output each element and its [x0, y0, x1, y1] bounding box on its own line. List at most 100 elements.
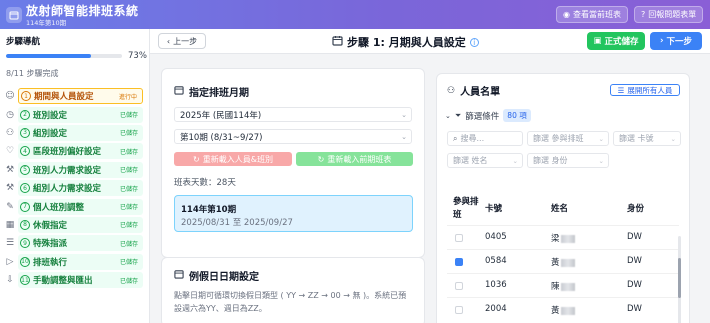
- filter-participation-select[interactable]: 篩選 參與排班 ⌄: [527, 131, 609, 146]
- sidebar-step-6[interactable]: ⚒ 6 組別人力需求設定 已儲存: [0, 179, 150, 197]
- filter-toggle[interactable]: ⌄ ⏷ 篩選條件 80 項: [445, 109, 531, 122]
- step-status-badge: 進行中: [118, 93, 137, 101]
- period-panel: 指定排班月期 2025年 (民國114年) ⌄ 第10期 (8/31~9/27)…: [161, 68, 425, 258]
- role-cell: DW: [627, 304, 642, 314]
- sidebar-step-10[interactable]: ▷ 10 排班執行 已儲存: [0, 253, 150, 271]
- name-cell: 黃: [551, 304, 575, 316]
- step-status-badge: 已儲存: [119, 222, 138, 230]
- period-summary-range: 2025/08/31 至 2025/09/27: [181, 218, 293, 228]
- sidebar-step-4[interactable]: ♡ 4 區段班別偏好設定 已儲存: [0, 142, 150, 160]
- redacted-name: [560, 306, 575, 315]
- sidebar-step-7[interactable]: ✎ 7 個人班別調整 已儲存: [0, 197, 150, 215]
- holiday-panel-title: 例假日日期設定: [174, 268, 259, 283]
- step-label: 排班執行: [33, 257, 68, 268]
- sidebar-title: 步驟導航: [6, 37, 41, 47]
- save-button[interactable]: ▣ 正式儲存: [587, 32, 645, 50]
- prev-step-button[interactable]: ‹ 上一步: [158, 33, 206, 49]
- step-status-badge: 已儲存: [119, 167, 138, 175]
- sidebar-step-11[interactable]: ⇩ 11 手動調整與匯出 已儲存: [0, 271, 150, 289]
- period-summary-title: 114年第10期: [181, 205, 237, 215]
- period-panel-title: 指定排班月期: [174, 84, 249, 99]
- chevron-down-icon: ⌄: [598, 134, 604, 143]
- redacted-name: [560, 282, 575, 291]
- expand-all-staff-button[interactable]: ☰ 展開所有人員: [610, 84, 680, 96]
- filter-name-select[interactable]: 篩選 姓名 ⌄: [447, 153, 523, 168]
- table-row[interactable]: 0584 黃 DW: [447, 249, 679, 273]
- year-select[interactable]: 2025年 (民國114年) ⌄: [174, 107, 412, 122]
- calendar-icon: [332, 35, 343, 49]
- holiday-panel: 例假日日期設定 點擊日期可循環切換假日類型 ( YY → ZZ → 00 → 無…: [161, 257, 425, 323]
- filter-icon: ⏷: [454, 110, 462, 120]
- step-pill[interactable]: 11 手動調整與匯出 已儲存: [18, 272, 143, 289]
- role-cell: DW: [627, 232, 642, 242]
- col-header-role[interactable]: 身份: [627, 202, 644, 214]
- step-pill[interactable]: 2 班別設定 已儲存: [18, 106, 143, 123]
- table-scrollbar[interactable]: [678, 236, 681, 323]
- card-cell: 1036: [485, 280, 507, 290]
- filter-count-badge: 80 項: [503, 109, 531, 122]
- participate-checkbox[interactable]: [455, 258, 463, 266]
- view-schedule-button[interactable]: ◉ 查看當前班表: [556, 6, 628, 23]
- staff-search-input[interactable]: ⌕ 搜尋...: [447, 131, 523, 146]
- calendar-icon: ▦: [5, 219, 15, 230]
- col-header-name[interactable]: 姓名: [551, 202, 568, 214]
- sidebar-step-1[interactable]: ☺ 1 期間與人員設定 進行中: [0, 87, 150, 105]
- report-issue-button[interactable]: ? 回報問題表單: [634, 6, 704, 23]
- step-number: 7: [20, 201, 30, 212]
- save-icon: ▣: [593, 36, 602, 46]
- sidebar-step-3[interactable]: ⚇ 3 組別設定 已儲存: [0, 124, 150, 142]
- group-icon: ⚇: [5, 127, 15, 138]
- chevron-down-icon: ⌄: [670, 134, 676, 143]
- sidebar-step-8[interactable]: ▦ 8 休假指定 已儲存: [0, 216, 150, 234]
- step-label: 區段班別偏好設定: [33, 147, 102, 158]
- step-pill[interactable]: 8 休假指定 已儲存: [18, 216, 143, 233]
- refresh-icon: ↻: [317, 154, 325, 164]
- filter-card-select[interactable]: 篩選 卡號 ⌄: [613, 131, 681, 146]
- info-icon[interactable]: i: [469, 37, 479, 47]
- reload-prev-schedule-button[interactable]: ↻ 重新載入前期班表: [296, 152, 413, 166]
- step-status-badge: 已儲存: [119, 130, 138, 138]
- step-pill[interactable]: 10 排班執行 已儲存: [18, 253, 143, 270]
- col-header-card[interactable]: 卡號: [485, 202, 502, 214]
- period-select[interactable]: 第10期 (8/31~9/27) ⌄: [174, 129, 412, 144]
- next-step-button[interactable]: › 下一步: [650, 32, 702, 50]
- name-cell: 陳: [551, 280, 575, 292]
- col-header-participate[interactable]: 參與排班: [453, 196, 485, 222]
- list-icon: ☰: [617, 85, 625, 95]
- step-label: 組別人力需求設定: [33, 184, 102, 195]
- table-row[interactable]: 2004 黃 DW: [447, 297, 679, 321]
- participate-checkbox[interactable]: [455, 234, 463, 242]
- chevron-down-icon: ⌄: [598, 156, 604, 165]
- role-cell: DW: [627, 256, 642, 266]
- step-pill[interactable]: 4 區段班別偏好設定 已儲存: [18, 143, 143, 160]
- holiday-description: 點擊日期可循環切換假日類型 ( YY → ZZ → 00 → 無 )。系統已預設…: [174, 291, 407, 313]
- step-sidebar: 步驟導航 73% 8/11 步驟完成 ☺ 1 期間與人員設定 進行中 ◷ 2 班別設定 已儲存…: [0, 29, 150, 323]
- participate-checkbox[interactable]: [455, 282, 463, 290]
- step-label: 手動調整與匯出: [33, 276, 93, 287]
- step-status-badge: 已儲存: [119, 240, 138, 248]
- step-status-badge: 已儲存: [119, 185, 138, 193]
- reload-staff-button[interactable]: ↻ 重新載入人員&班別: [174, 152, 292, 166]
- sidebar-step-2[interactable]: ◷ 2 班別設定 已儲存: [0, 105, 150, 123]
- chevron-down-icon: ⌄: [401, 110, 407, 119]
- sidebar-step-5[interactable]: ⚒ 5 班別人力需求設定 已儲存: [0, 161, 150, 179]
- step-number: 11: [20, 275, 30, 286]
- step-label: 班別設定: [33, 110, 68, 121]
- participate-checkbox[interactable]: [455, 306, 463, 314]
- filter-role-select[interactable]: 篩選 身份 ⌄: [527, 153, 609, 168]
- scrollbar-thumb[interactable]: [678, 258, 681, 298]
- table-row[interactable]: 1036 陳 DW: [447, 273, 679, 297]
- step-pill[interactable]: 5 班別人力需求設定 已儲存: [18, 161, 143, 178]
- step-number: 2: [20, 109, 30, 120]
- step-pill[interactable]: 6 組別人力需求設定 已儲存: [18, 180, 143, 197]
- step-pill[interactable]: 1 期間與人員設定 進行中: [18, 88, 143, 105]
- progress-percent: 73%: [128, 51, 147, 61]
- sidebar-step-9[interactable]: ☰ 9 特殊指派 已儲存: [0, 234, 150, 252]
- name-cell: 梁: [551, 232, 575, 244]
- step-number: 8: [20, 219, 30, 230]
- step-pill[interactable]: 3 組別設定 已儲存: [18, 124, 143, 141]
- question-icon: ?: [641, 10, 646, 19]
- table-row[interactable]: 0405 梁 DW: [447, 225, 679, 249]
- step-pill[interactable]: 7 個人班別調整 已儲存: [18, 198, 143, 215]
- step-pill[interactable]: 9 特殊指派 已儲存: [18, 235, 143, 252]
